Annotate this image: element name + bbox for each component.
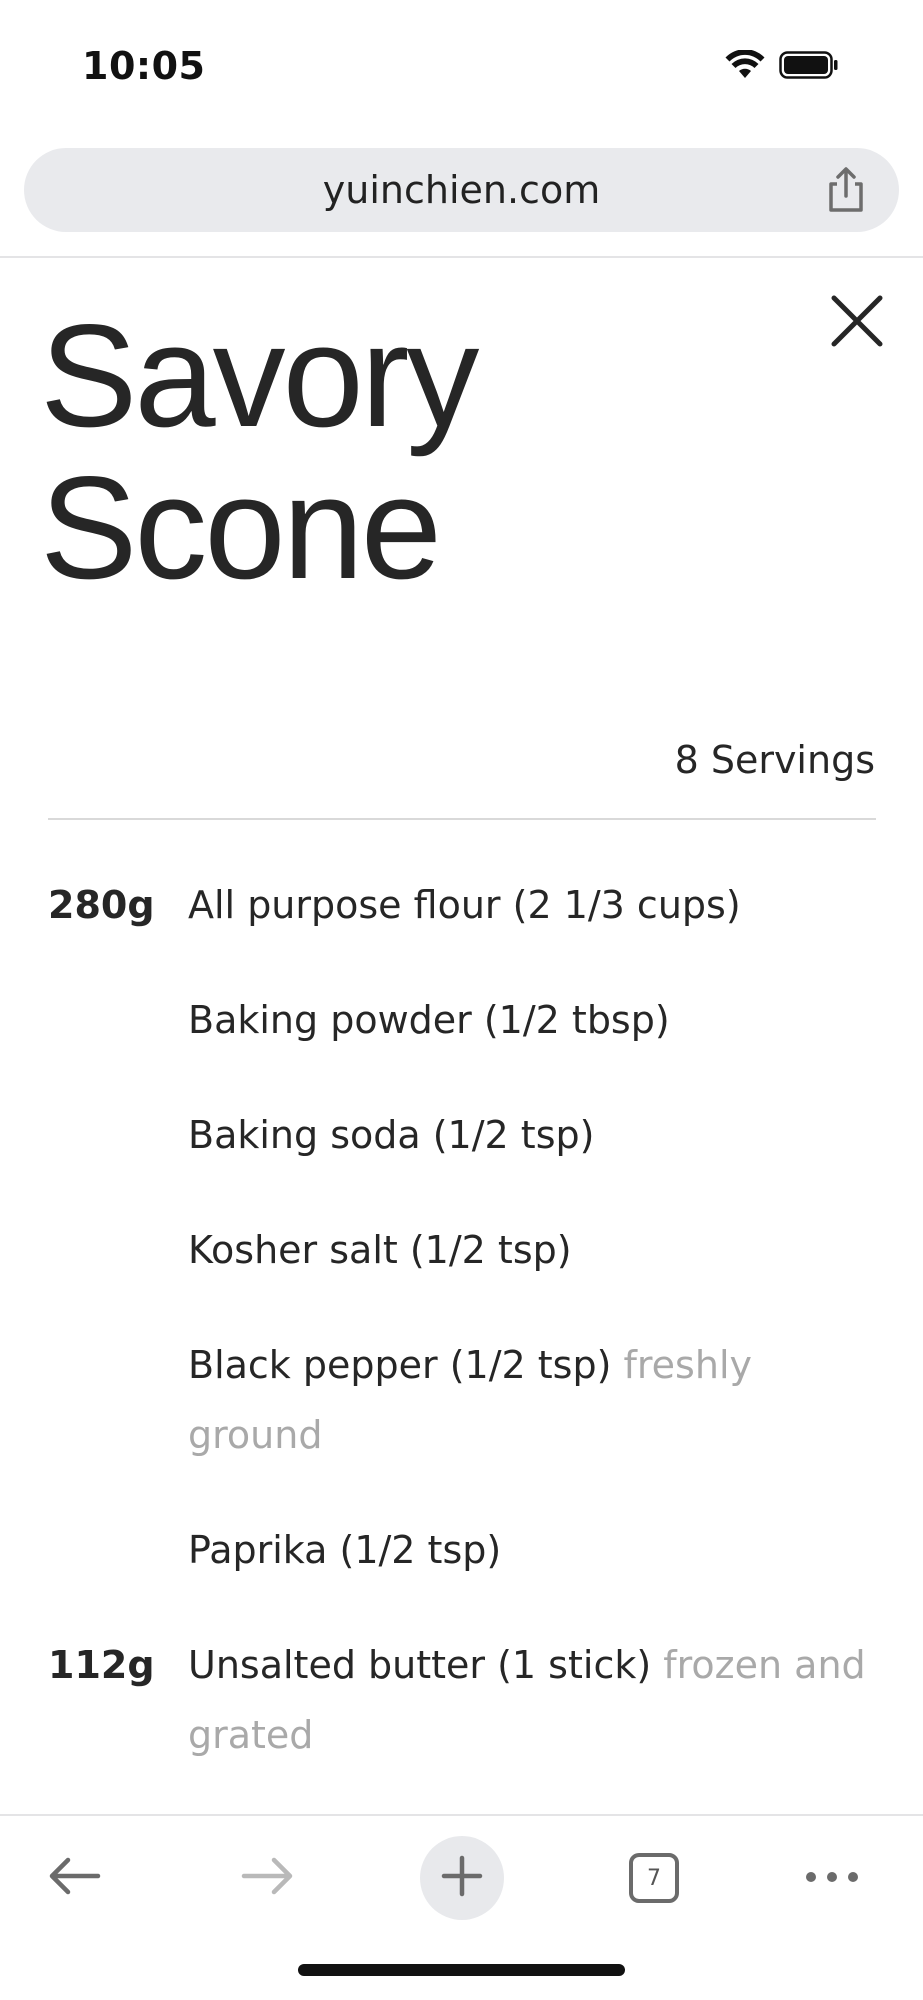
ingredient-text: Paprika (1/2 tsp) [188, 1515, 888, 1585]
forward-button[interactable] [226, 1836, 310, 1920]
ingredient-row: Kosher salt (1/2 tsp) [0, 1215, 923, 1285]
forward-arrow-icon [240, 1856, 296, 1900]
tabs-button[interactable]: 7 [612, 1836, 696, 1920]
back-arrow-icon [46, 1856, 102, 1900]
bottom-toolbar: 7 [0, 1816, 923, 1946]
close-button[interactable] [826, 290, 888, 352]
servings-count[interactable]: 8 Servings [675, 738, 875, 782]
header-divider [0, 256, 923, 258]
wifi-icon [725, 49, 765, 84]
ingredient-text: Baking soda (1/2 tsp) [188, 1100, 888, 1170]
ingredient-text: Baking powder (1/2 tbsp) [188, 985, 888, 1055]
ingredient-text: Unsalted butter (1 stick) frozen and gra… [188, 1630, 888, 1770]
ingredient-row: Black pepper (1/2 tsp) freshly ground [0, 1330, 923, 1470]
ingredient-name: Black pepper (1/2 tsp) [188, 1343, 612, 1387]
ingredient-name: Kosher salt (1/2 tsp) [188, 1228, 572, 1272]
ingredient-name: Baking powder (1/2 tbsp) [188, 998, 670, 1042]
recipe-title: Savory Scone [40, 300, 740, 604]
ingredient-amount: 112g [48, 1643, 155, 1687]
tabs-count: 7 [647, 1865, 661, 1891]
new-tab-button[interactable] [420, 1836, 504, 1920]
more-button[interactable] [790, 1836, 874, 1920]
ingredient-text: All purpose flour (2 1/3 cups) [188, 870, 888, 940]
home-indicator[interactable] [298, 1964, 625, 1976]
status-icons [725, 49, 839, 84]
address-bar[interactable]: yuinchien.com [24, 148, 899, 232]
ingredient-row: Paprika (1/2 tsp) [0, 1515, 923, 1585]
tabs-icon: 7 [629, 1853, 679, 1903]
ingredient-row: 280g All purpose flour (2 1/3 cups) [0, 870, 923, 940]
plus-icon [440, 1854, 484, 1902]
servings-divider [48, 818, 876, 820]
url-text[interactable]: yuinchien.com [24, 168, 899, 212]
recipe-title-line-2: Scone [40, 446, 442, 609]
back-button[interactable] [32, 1836, 116, 1920]
ingredient-text: Kosher salt (1/2 tsp) [188, 1215, 888, 1285]
ingredient-name: Paprika (1/2 tsp) [188, 1528, 502, 1572]
ingredient-name: Baking soda (1/2 tsp) [188, 1113, 595, 1157]
ingredient-name: Unsalted butter (1 stick) [188, 1643, 652, 1687]
ingredient-amount: 280g [48, 883, 155, 927]
ingredients-list: 280g All purpose flour (2 1/3 cups) Baki… [0, 870, 923, 1815]
ingredient-row: 112g Unsalted butter (1 stick) frozen an… [0, 1630, 923, 1770]
more-icon [804, 1869, 860, 1888]
recipe-title-line-1: Savory [40, 294, 479, 457]
ingredient-row: Baking powder (1/2 tbsp) [0, 985, 923, 1055]
ingredient-row: Baking soda (1/2 tsp) [0, 1100, 923, 1170]
status-time: 10:05 [82, 44, 206, 88]
ingredient-name: All purpose flour (2 1/3 cups) [188, 883, 741, 927]
battery-icon [779, 51, 839, 83]
status-bar: 10:05 [0, 0, 923, 130]
close-icon [826, 295, 888, 356]
share-button[interactable] [823, 166, 869, 214]
share-icon [823, 167, 869, 218]
ingredient-text: Black pepper (1/2 tsp) freshly ground [188, 1330, 888, 1470]
